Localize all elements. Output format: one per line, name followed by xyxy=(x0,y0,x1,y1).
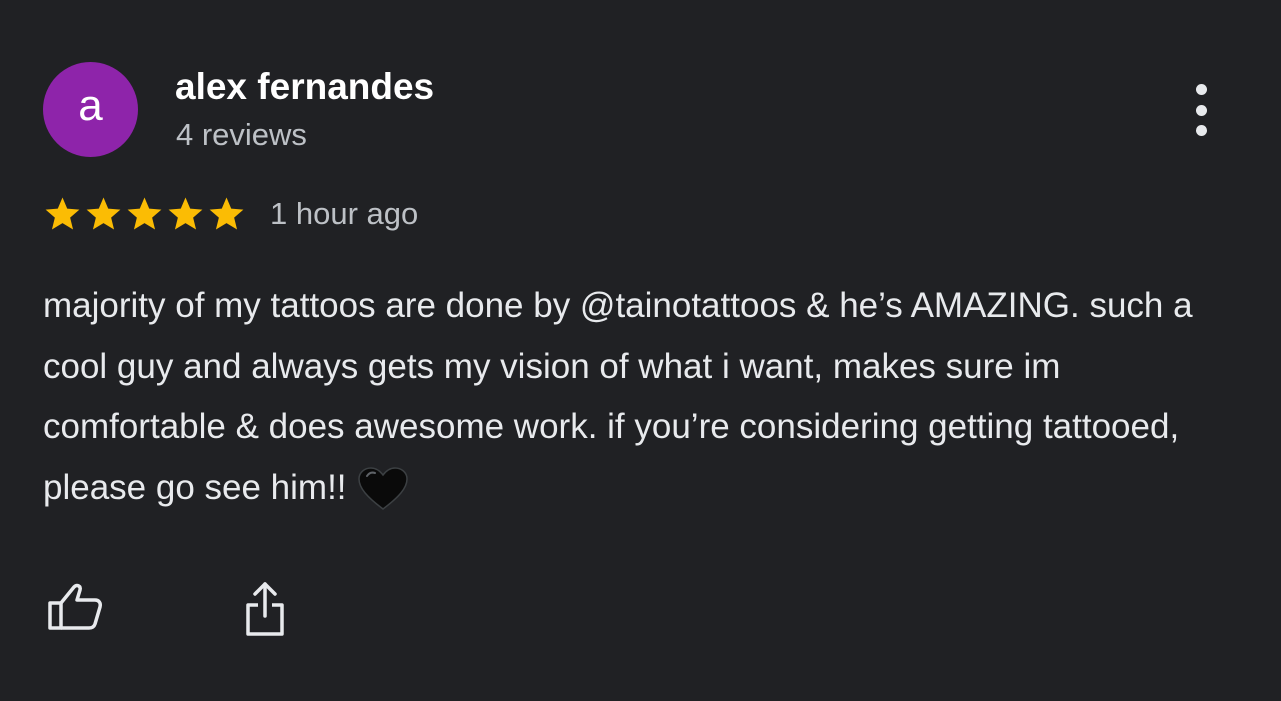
review-count: 4 reviews xyxy=(176,117,307,152)
avatar[interactable]: a xyxy=(43,62,138,157)
star-icon xyxy=(127,196,162,229)
star-icon xyxy=(86,196,121,229)
review-body: majority of my tattoos are done by @tain… xyxy=(43,286,1193,507)
share-icon xyxy=(246,582,284,636)
more-vert-icon-dot xyxy=(1195,125,1207,136)
author-name[interactable]: alex fernandes xyxy=(175,66,434,108)
review-text: majority of my tattoos are done by @tain… xyxy=(43,276,1243,518)
more-vert-icon-dot xyxy=(1195,104,1207,116)
like-button[interactable] xyxy=(44,582,104,632)
rating-row: 1 hour ago xyxy=(43,192,418,236)
avatar-letter: a xyxy=(78,80,103,130)
review-card: a alex fernandes 4 reviews 1 hour ago ma… xyxy=(0,0,1281,701)
more-vert-icon-dot xyxy=(1195,84,1207,95)
star-icon xyxy=(45,196,80,229)
star-icon xyxy=(168,196,203,229)
black-heart-icon xyxy=(357,466,408,510)
star-icon xyxy=(209,196,244,229)
share-button[interactable] xyxy=(240,578,290,640)
review-time: 1 hour ago xyxy=(270,196,419,231)
more-options-button[interactable] xyxy=(1180,80,1222,140)
star-rating xyxy=(43,195,246,234)
thumbs-up-icon xyxy=(48,583,102,630)
